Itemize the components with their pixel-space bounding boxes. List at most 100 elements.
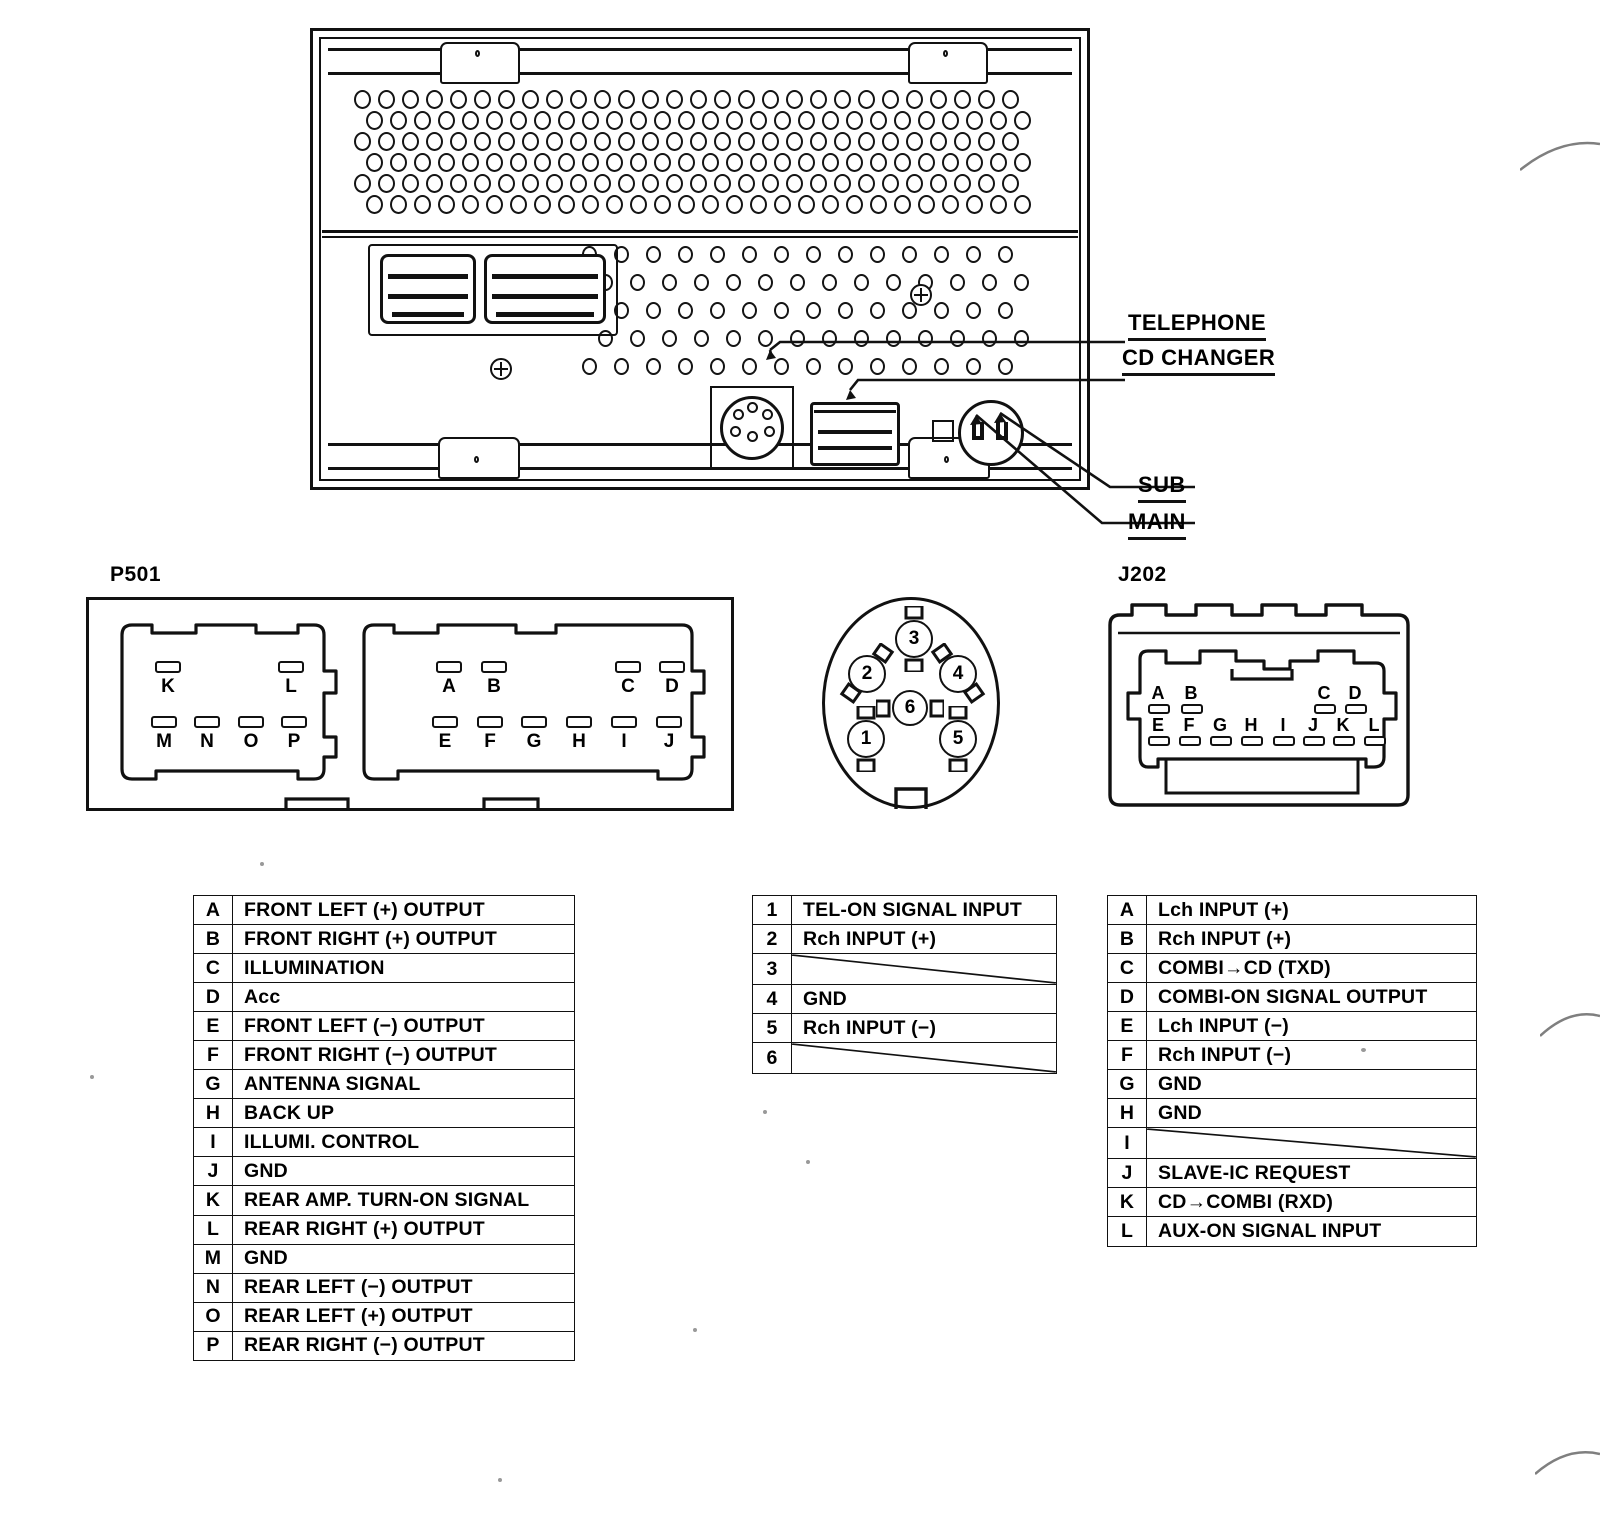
table-row: C COMBI→CD (TXD) — [1107, 953, 1477, 984]
pin-id-cell: C — [193, 953, 233, 984]
vent-hole — [870, 246, 885, 263]
vent-hole — [426, 90, 443, 109]
vent-hole — [630, 153, 647, 172]
pin-signal-cell: ILLUMI. CONTROL — [232, 1127, 575, 1158]
pin-id-cell: K — [1107, 1187, 1147, 1218]
vent-hole — [354, 174, 371, 193]
j202-pin-slot-I — [1273, 736, 1295, 746]
vent-hole — [614, 358, 629, 375]
table-row: 6 — [752, 1042, 1057, 1075]
unused-pin-strike — [1147, 1128, 1476, 1159]
vent-hole — [950, 274, 965, 291]
vent-hole — [450, 174, 467, 193]
j202-pin-label-B: B — [1184, 683, 1198, 703]
pin-signal-cell: Lch INPUT (+) — [1146, 894, 1477, 926]
diagram-canvas: TELEPHONE CD CHANGER SUB MAIN P501 K L M… — [0, 0, 1600, 1518]
vent-hole — [354, 132, 371, 151]
vent-hole — [894, 195, 911, 214]
p501-socket-right-slot-b — [492, 294, 598, 299]
vent-hole — [390, 195, 407, 214]
vent-hole — [990, 153, 1007, 172]
p501-pin-label-B: B — [487, 676, 501, 697]
p501-pin-slot-H — [566, 716, 592, 728]
p501-pin-slot-F — [477, 716, 503, 728]
din-connector-diagram: 3 2 4 1 5 6 — [822, 597, 1000, 809]
vent-hole — [738, 174, 755, 193]
p501-pin-label-H: H — [572, 731, 586, 752]
callout-main: MAIN — [1128, 509, 1186, 540]
vent-hole — [726, 153, 743, 172]
p501-socket-left-slot-c — [392, 312, 464, 317]
vent-hole — [354, 90, 371, 109]
table-row: P REAR RIGHT (−) OUTPUT — [193, 1330, 575, 1361]
vent-hole — [558, 195, 575, 214]
vent-hole — [954, 174, 971, 193]
vent-hole — [694, 330, 709, 347]
j202-pin-slot-B — [1181, 704, 1203, 714]
vent-hole — [762, 174, 779, 193]
table-row: B FRONT RIGHT (+) OUTPUT — [193, 924, 575, 955]
vent-hole — [606, 153, 623, 172]
scan-artifact-top-right — [1520, 141, 1600, 171]
vent-hole — [474, 132, 491, 151]
pin-signal-cell: TEL-ON SIGNAL INPUT — [791, 894, 1057, 926]
callout-telephone: TELEPHONE — [1128, 310, 1267, 341]
pin-id-cell: H — [1107, 1098, 1147, 1129]
vent-hole — [882, 90, 899, 109]
vent-hole — [886, 274, 901, 291]
vent-hole — [726, 274, 741, 291]
chassis-screw-left — [490, 358, 512, 380]
vent-hole — [906, 174, 923, 193]
vent-hole — [966, 195, 983, 214]
vent-hole — [570, 174, 587, 193]
vent-hole — [738, 90, 755, 109]
vent-hole — [522, 90, 539, 109]
vent-hole — [402, 90, 419, 109]
vent-hole — [522, 174, 539, 193]
pin-id-cell: G — [1107, 1069, 1147, 1100]
vent-hole — [546, 174, 563, 193]
vent-hole — [930, 90, 947, 109]
pin-signal-cell: CD→COMBI (RXD) — [1146, 1187, 1477, 1218]
table-row: H BACK UP — [193, 1098, 575, 1129]
vent-hole — [934, 246, 949, 263]
p501-socket-right-slot-a — [492, 274, 598, 279]
pin-id-cell: 6 — [752, 1042, 792, 1075]
pin-id-cell: P — [193, 1330, 233, 1361]
vent-hole — [726, 330, 741, 347]
pin-id-cell: O — [193, 1301, 233, 1332]
p501-pin-slot-P — [281, 716, 307, 728]
pin-signal-cell: Lch INPUT (−) — [1146, 1011, 1477, 1042]
pin-signal-cell: FRONT RIGHT (+) OUTPUT — [232, 924, 575, 955]
pin-signal-cell: SLAVE-IC REQUEST — [1146, 1158, 1477, 1189]
vent-hole — [918, 153, 935, 172]
pin-signal-cell: BACK UP — [232, 1098, 575, 1129]
vent-hole — [1014, 195, 1031, 214]
vent-hole — [870, 111, 887, 130]
table-row: H GND — [1107, 1098, 1477, 1129]
pin-id-cell: 2 — [752, 924, 792, 955]
vent-hole — [798, 111, 815, 130]
vent-hole — [582, 111, 599, 130]
table-row: J GND — [193, 1156, 575, 1187]
vent-hole — [486, 153, 503, 172]
callout-sub-label: SUB — [1138, 472, 1186, 503]
table-row: I ILLUMI. CONTROL — [193, 1127, 575, 1158]
vent-hole — [678, 358, 693, 375]
j202-pin-label-A: A — [1151, 683, 1165, 703]
p501-pin-slot-J — [656, 716, 682, 728]
vent-hole — [646, 358, 661, 375]
p501-socket-left-slot-a — [388, 274, 468, 279]
vent-hole — [438, 195, 455, 214]
pin-signal-cell: FRONT RIGHT (−) OUTPUT — [232, 1040, 575, 1071]
vent-hole — [702, 195, 719, 214]
vent-hole — [654, 153, 671, 172]
pin-id-cell: D — [1107, 982, 1147, 1013]
panel-divider-2 — [322, 236, 1078, 238]
vent-hole — [414, 111, 431, 130]
p501-pin-label-I: I — [621, 731, 627, 752]
vent-hole — [534, 195, 551, 214]
unused-pin-strike — [792, 954, 1056, 984]
j202-pin-slot-K — [1333, 736, 1355, 746]
pin-id-cell: 4 — [752, 984, 792, 1015]
